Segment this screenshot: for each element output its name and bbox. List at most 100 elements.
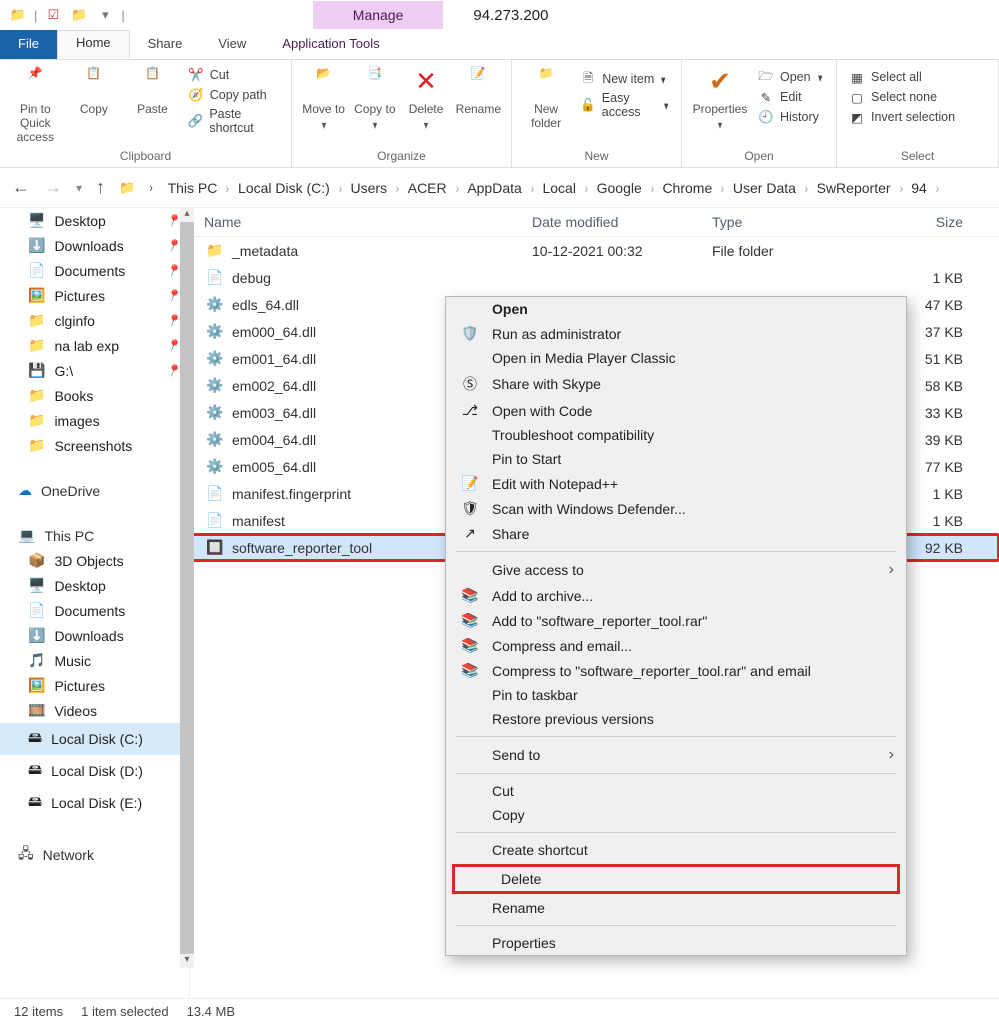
context-item[interactable]: 📚Compress and email... — [446, 633, 906, 658]
context-item[interactable]: Pin to taskbar — [446, 683, 906, 707]
breadcrumb-segment[interactable]: 94 — [911, 180, 927, 196]
nav-onedrive[interactable]: ☁OneDrive — [0, 478, 189, 503]
tab-file[interactable]: File — [0, 30, 57, 59]
nav-item[interactable]: 📦3D Objects — [0, 548, 189, 573]
context-item[interactable]: 📚Add to archive... — [446, 583, 906, 608]
nav-item[interactable]: 🎞️Videos — [0, 698, 189, 723]
context-item[interactable]: Pin to Start — [446, 447, 906, 471]
nav-up-button[interactable]: ↑ — [96, 177, 105, 198]
breadcrumb-segment[interactable]: Local Disk (C:) — [238, 180, 330, 196]
nav-item[interactable]: 📁images — [0, 408, 189, 433]
invert-selection-button[interactable]: ◩Invert selection — [845, 108, 990, 126]
context-item[interactable]: 🛡Scan with Windows Defender... — [446, 496, 906, 521]
nav-scrollbar[interactable]: ▴ ▾ — [180, 208, 194, 968]
nav-item[interactable]: 📁Books — [0, 383, 189, 408]
easy-access-button[interactable]: 🔓Easy access ▾ — [576, 90, 673, 120]
nav-recent-button[interactable]: ▾ — [76, 181, 82, 195]
nav-item[interactable]: 📄Documents📍 — [0, 258, 189, 283]
qat-checkbox-icon[interactable]: ☑ — [43, 5, 63, 25]
nav-item[interactable]: 🖴Local Disk (C:) — [0, 723, 189, 755]
context-item[interactable]: Properties — [446, 931, 906, 955]
column-type[interactable]: Type — [712, 214, 862, 230]
new-folder-button[interactable]: 📁New folder — [520, 64, 572, 132]
context-item[interactable]: ⎇Open with Code — [446, 398, 906, 423]
nav-item[interactable]: ⬇️Downloads📍 — [0, 233, 189, 258]
file-row[interactable]: 📄debug1 KB — [190, 264, 999, 291]
select-all-button[interactable]: ▦Select all — [845, 68, 990, 86]
tab-home[interactable]: Home — [57, 30, 130, 59]
paste-button[interactable]: 📋Paste — [125, 64, 180, 118]
breadcrumb-segment[interactable]: AppData — [467, 180, 521, 196]
context-menu[interactable]: Open🛡️Run as administratorOpen in Media … — [445, 296, 907, 956]
context-item[interactable]: Send to› — [446, 742, 906, 768]
scroll-thumb[interactable] — [180, 222, 194, 954]
history-button[interactable]: 🕘History — [754, 108, 827, 126]
nav-item[interactable]: 🖴Local Disk (D:) — [0, 755, 189, 787]
nav-item[interactable]: 🖥️Desktop📍 — [0, 208, 189, 233]
nav-back-button[interactable]: ← — [12, 177, 30, 198]
properties-button[interactable]: ✔Properties▾ — [690, 64, 750, 134]
context-item[interactable]: 📚Compress to "software_reporter_tool.rar… — [446, 658, 906, 683]
context-item[interactable]: ↗Share — [446, 521, 906, 546]
nav-item[interactable]: 📁Screenshots — [0, 433, 189, 458]
breadcrumb-segment[interactable]: Google — [597, 180, 642, 196]
breadcrumb[interactable]: This PC›Local Disk (C:)›Users›ACER›AppDa… — [168, 180, 942, 196]
copy-button[interactable]: 📋Copy — [67, 64, 122, 118]
nav-item[interactable]: 📄Documents — [0, 598, 189, 623]
context-item[interactable]: 📝Edit with Notepad++ — [446, 471, 906, 496]
nav-item[interactable]: 🖥️Desktop — [0, 573, 189, 598]
nav-item[interactable]: 🖼️Pictures📍 — [0, 283, 189, 308]
file-row[interactable]: 📁_metadata10-12-2021 00:32File folder — [190, 237, 999, 264]
context-item[interactable]: Open in Media Player Classic — [446, 346, 906, 370]
pin-quick-access-button[interactable]: 📌Pin to Quick access — [8, 64, 63, 146]
tab-application-tools[interactable]: Application Tools — [264, 30, 397, 59]
breadcrumb-segment[interactable]: This PC — [168, 180, 218, 196]
context-item[interactable]: ⓈShare with Skype — [446, 370, 906, 398]
nav-item[interactable]: 📁na lab exp📍 — [0, 333, 189, 358]
new-item-button[interactable]: 🗎New item ▾ — [576, 70, 673, 88]
context-item[interactable]: Rename — [446, 896, 906, 920]
column-headers[interactable]: Name Date modified Type Size — [190, 208, 999, 237]
breadcrumb-segment[interactable]: User Data — [733, 180, 796, 196]
context-item[interactable]: 🛡️Run as administrator — [446, 321, 906, 346]
navigation-pane[interactable]: 🖥️Desktop📍⬇️Downloads📍📄Documents📍🖼️Pictu… — [0, 208, 190, 998]
tab-view[interactable]: View — [200, 30, 264, 59]
column-date[interactable]: Date modified — [532, 214, 712, 230]
context-item[interactable]: Delete — [452, 864, 900, 894]
nav-item[interactable]: 🖴Local Disk (E:) — [0, 787, 189, 819]
nav-network[interactable]: 🖧Network — [0, 839, 189, 871]
paste-shortcut-button[interactable]: 🔗Paste shortcut — [184, 106, 283, 136]
edit-button[interactable]: ✎Edit — [754, 88, 827, 106]
breadcrumb-segment[interactable]: ACER — [408, 180, 447, 196]
select-none-button[interactable]: ▢Select none — [845, 88, 990, 106]
move-to-button[interactable]: 📂Move to▾ — [300, 64, 347, 134]
nav-forward-button[interactable]: → — [44, 177, 62, 198]
context-item[interactable]: Create shortcut — [446, 838, 906, 862]
breadcrumb-segment[interactable]: SwReporter — [817, 180, 891, 196]
qat-dropdown-icon[interactable]: ▾ — [95, 5, 115, 25]
context-item[interactable]: Cut — [446, 779, 906, 803]
nav-this-pc[interactable]: 💻This PC — [0, 523, 189, 548]
nav-item[interactable]: ⬇️Downloads — [0, 623, 189, 648]
scroll-down-icon[interactable]: ▾ — [184, 954, 189, 968]
context-item[interactable]: Give access to› — [446, 557, 906, 583]
nav-item[interactable]: 📁clginfo📍 — [0, 308, 189, 333]
breadcrumb-segment[interactable]: Chrome — [662, 180, 712, 196]
column-size[interactable]: Size — [862, 214, 993, 230]
scroll-up-icon[interactable]: ▴ — [184, 208, 189, 222]
context-item[interactable]: 📚Add to "software_reporter_tool.rar" — [446, 608, 906, 633]
breadcrumb-segment[interactable]: Users — [351, 180, 388, 196]
context-item[interactable]: Restore previous versions — [446, 707, 906, 731]
context-item[interactable]: Troubleshoot compatibility — [446, 423, 906, 447]
context-item[interactable]: Open — [446, 297, 906, 321]
cut-button[interactable]: ✂️Cut — [184, 66, 283, 84]
copy-to-button[interactable]: 📑Copy to▾ — [351, 64, 398, 134]
nav-item[interactable]: 🖼️Pictures — [0, 673, 189, 698]
nav-item[interactable]: 🎵Music — [0, 648, 189, 673]
breadcrumb-segment[interactable]: Local — [542, 180, 575, 196]
contextual-tab-manage[interactable]: Manage — [313, 1, 444, 29]
tab-share[interactable]: Share — [130, 30, 201, 59]
copy-path-button[interactable]: 🧭Copy path — [184, 86, 283, 104]
rename-button[interactable]: 📝Rename — [454, 64, 503, 118]
nav-item[interactable]: 💾G:\📍 — [0, 358, 189, 383]
